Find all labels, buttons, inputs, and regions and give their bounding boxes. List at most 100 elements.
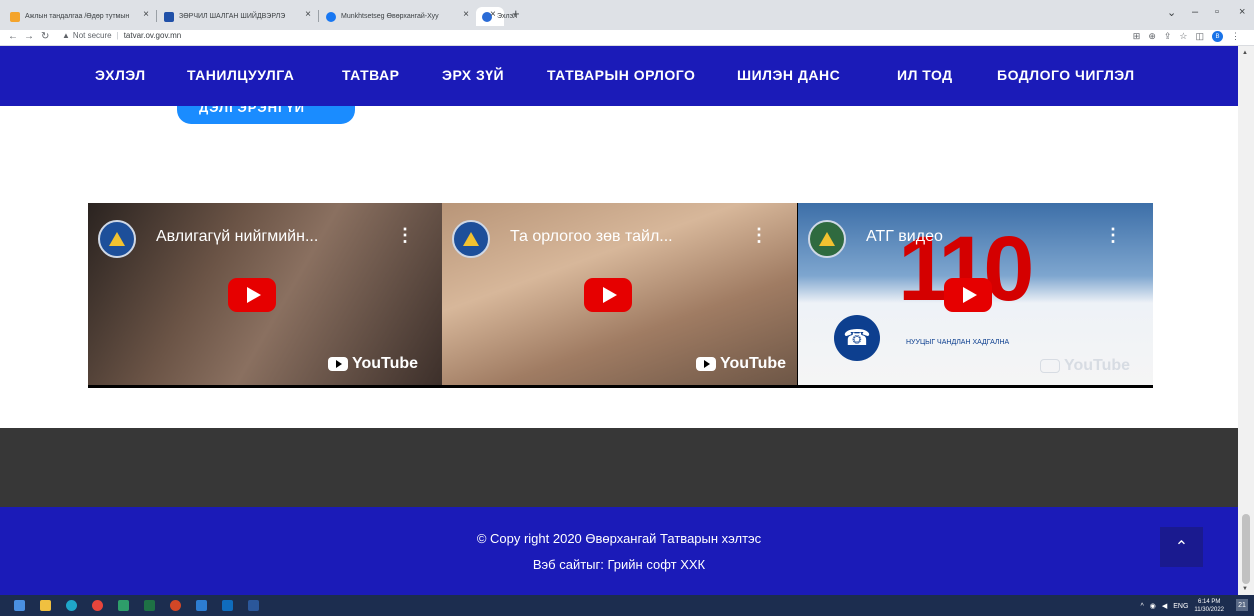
video-menu-icon[interactable]: ⋮ (750, 225, 768, 246)
minimize-icon[interactable]: – (1192, 6, 1198, 18)
tab-close-icon[interactable]: × (463, 9, 469, 20)
tab-title: Munkhtsetseg Өвөрхангай-Хуу (341, 13, 439, 20)
channel-logo-icon[interactable] (808, 220, 846, 258)
video-embed-3[interactable]: 110 АТГ видео ⋮ ☎ НУУЦЫГ ЧАНДЛАН ХАДГАЛН… (798, 203, 1153, 385)
toolbar-icons: ⊞ ⊕ ⇪ ☆ ◫ B ⋮ (1133, 31, 1240, 42)
side-panel-icon[interactable]: ◫ (1195, 31, 1204, 42)
tab-title: Ажлын тандалгаа /Өдөр тутмын (25, 13, 130, 20)
video-title[interactable]: АТГ видео (866, 228, 943, 246)
notification-center-icon[interactable]: 21 (1236, 599, 1248, 611)
youtube-logo[interactable]: YouTube (696, 355, 786, 373)
read-more-label: ДЭЛГЭРЭНГҮЙ (199, 106, 306, 115)
volume-icon[interactable]: ◀ (1162, 602, 1167, 610)
outlook-icon[interactable] (222, 600, 233, 611)
hotline-slogan: НУУЦЫГ ЧАНДЛАН ХАДГАЛНА (906, 339, 1010, 346)
system-clock[interactable]: 6:14 PM 11/30/2022 (1194, 598, 1224, 614)
chrome-icon[interactable] (92, 600, 103, 611)
browser-tab-2[interactable]: ЗӨРЧИЛ ШАЛГАН ШИЙДВЭРЛЭ × (158, 7, 316, 26)
tab-separator (156, 10, 157, 22)
video-menu-icon[interactable]: ⋮ (396, 225, 414, 246)
translate-icon[interactable]: ⊞ (1133, 31, 1141, 42)
read-more-button[interactable]: ДЭЛГЭРЭНГҮЙ (177, 106, 355, 124)
chevron-up-icon: ⌃ (1174, 539, 1189, 556)
page-scrollbar[interactable]: ▲ ▼ (1238, 46, 1254, 595)
app-icon[interactable] (118, 600, 129, 611)
language-indicator[interactable]: ENG (1173, 603, 1188, 610)
new-tab-icon[interactable]: + (512, 6, 520, 21)
browser-tab-strip: Ажлын тандалгаа /Өдөр тутмын × ЗӨРЧИЛ ША… (0, 0, 1254, 30)
edge-icon[interactable] (66, 600, 77, 611)
menu-kebab-icon[interactable]: ⋮ (1231, 31, 1240, 42)
video-menu-icon[interactable]: ⋮ (1104, 225, 1122, 246)
tab-title: ЗӨРЧИЛ ШАЛГАН ШИЙДВЭРЛЭ (179, 13, 286, 20)
photos-icon[interactable] (196, 600, 207, 611)
nav-item-transparency[interactable]: ИЛ ТОД (897, 67, 953, 83)
youtube-play-icon (696, 357, 716, 371)
play-button-icon[interactable] (584, 278, 632, 312)
windows-start-icon[interactable] (14, 600, 25, 611)
video-title[interactable]: Та орлогоо зөв тайл... (510, 228, 673, 246)
nav-item-home[interactable]: ЭХЛЭЛ (95, 67, 146, 83)
browser-tab-3[interactable]: Munkhtsetseg Өвөрхангай-Хуу × (320, 7, 474, 26)
tab-favicon (10, 11, 20, 22)
nav-item-law[interactable]: ЭРХ ЗҮЙ (442, 67, 504, 83)
bookmark-star-icon[interactable]: ☆ (1179, 31, 1187, 42)
tray-chevron-icon[interactable]: ^ (1140, 603, 1143, 610)
video-embed-1[interactable]: Авлигагүй нийгмийн... ⋮ YouTube (88, 203, 442, 385)
maximize-icon[interactable]: ▫ (1215, 6, 1219, 18)
video-gallery: Авлигагүй нийгмийн... ⋮ YouTube Та орлог… (88, 203, 1153, 388)
channel-logo-icon[interactable] (98, 220, 136, 258)
excel-icon[interactable] (144, 600, 155, 611)
tab-close-icon[interactable]: × (490, 9, 496, 20)
warning-icon[interactable]: ▲ (62, 31, 70, 40)
tab-close-icon[interactable]: × (305, 9, 311, 20)
back-to-top-button[interactable]: ⌃ (1160, 527, 1203, 567)
website-credit: Вэб сайтыг: Грийн софт ХХК (532, 557, 706, 572)
url-text: tatvar.ov.gov.mn (123, 31, 182, 40)
video-title[interactable]: Авлигагүй нийгмийн... (156, 228, 318, 246)
youtube-wordmark: YouTube (1064, 357, 1131, 374)
close-window-icon[interactable]: × (1239, 6, 1245, 18)
youtube-logo[interactable]: YouTube (328, 355, 418, 373)
video-embed-2[interactable]: Та орлогоо зөв тайл... ⋮ YouTube (442, 203, 797, 385)
play-button-icon[interactable] (944, 278, 992, 312)
powerpoint-icon[interactable] (170, 600, 181, 611)
word-icon[interactable] (248, 600, 259, 611)
play-button-icon[interactable] (228, 278, 276, 312)
file-explorer-icon[interactable] (40, 600, 51, 611)
system-tray: ^ ◉ ◀ ENG 6:14 PM 11/30/2022 (1140, 598, 1224, 614)
forward-icon[interactable]: → (24, 31, 34, 42)
url-divider: | (116, 31, 119, 40)
nav-item-tax[interactable]: ТАТВАР (342, 67, 400, 83)
youtube-logo[interactable]: YouTube (1040, 357, 1130, 375)
url-field[interactable]: ▲ Not secure | tatvar.ov.gov.mn (62, 31, 181, 40)
site-footer: © Copy right 2020 Өвөрхангай Татварын хэ… (0, 507, 1238, 595)
nav-item-glass-account[interactable]: ШИЛЭН ДАНС (737, 67, 840, 83)
scroll-up-icon[interactable]: ▲ (1242, 50, 1248, 56)
clock-date: 11/30/2022 (1194, 607, 1224, 613)
channel-logo-icon[interactable] (452, 220, 490, 258)
nav-item-about[interactable]: ТАНИЛЦУУЛГА (187, 67, 294, 83)
youtube-play-icon (328, 357, 348, 371)
browser-tab-1[interactable]: Ажлын тандалгаа /Өдөр тутмын × (4, 7, 154, 26)
profile-avatar[interactable]: B (1212, 31, 1223, 42)
nav-item-tax-revenue[interactable]: ТАТВАРЫН ОРЛОГО (547, 67, 695, 83)
back-icon[interactable]: ← (8, 31, 18, 42)
clock-time: 6:14 PM (1198, 599, 1221, 605)
scrollbar-thumb[interactable] (1242, 514, 1250, 584)
footer-dark-band (0, 428, 1238, 507)
tab-close-icon[interactable]: × (143, 9, 149, 20)
site-navbar: ЭХЛЭЛ ТАНИЛЦУУЛГА ТАТВАР ЭРХ ЗҮЙ ТАТВАРЫ… (0, 46, 1238, 106)
youtube-wordmark: YouTube (720, 355, 787, 372)
tab-search-icon[interactable]: ⌄ (1167, 6, 1176, 19)
share-icon[interactable]: ⇪ (1164, 31, 1172, 42)
phone-icon: ☎ (834, 315, 880, 361)
tab-favicon (164, 11, 174, 22)
zoom-icon[interactable]: ⊕ (1148, 31, 1156, 42)
youtube-play-icon (1040, 359, 1060, 373)
network-icon[interactable]: ◉ (1150, 602, 1156, 610)
tab-favicon (326, 11, 336, 22)
scroll-down-icon[interactable]: ▼ (1242, 586, 1248, 592)
nav-item-policy[interactable]: БОДЛОГО ЧИГЛЭЛ (997, 67, 1135, 83)
reload-icon[interactable]: ↻ (41, 31, 49, 42)
